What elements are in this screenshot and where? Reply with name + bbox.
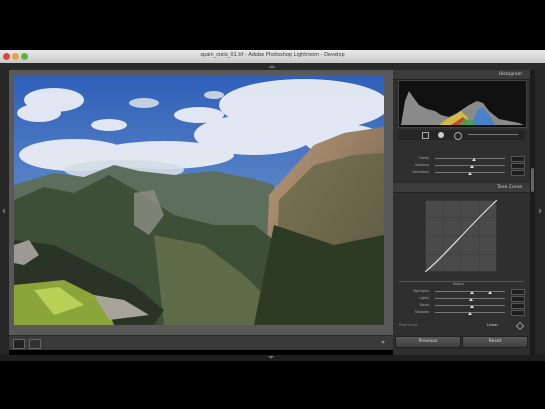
toolbar-menu-icon[interactable] xyxy=(381,341,385,344)
point-curve-label: Point Curve xyxy=(399,323,418,327)
slider-knob[interactable] xyxy=(469,298,473,301)
slider-label: Lights xyxy=(419,296,429,300)
tone-curve-graph[interactable] xyxy=(425,200,497,272)
slider-row-darks: Darks xyxy=(399,303,525,309)
histogram-header[interactable]: Histogram xyxy=(393,70,530,80)
saturation-slider[interactable] xyxy=(435,172,505,175)
vibrance-slider[interactable] xyxy=(435,165,505,168)
slider-label: Darks xyxy=(419,303,429,307)
slider-value-field[interactable] xyxy=(511,310,525,316)
slider-row-clarity: Clarity xyxy=(399,156,525,162)
brush-slider[interactable] xyxy=(468,134,518,135)
window-title: spain_cielo_01.tif - Adobe Photoshop Lig… xyxy=(200,52,345,58)
slider-value-field[interactable] xyxy=(511,156,525,162)
clarity-slider[interactable] xyxy=(435,158,505,161)
scrollbar-thumb[interactable] xyxy=(531,168,534,192)
slider-knob[interactable] xyxy=(470,165,474,168)
slider-label: Shadows xyxy=(414,310,429,314)
slider-knob[interactable] xyxy=(468,312,472,315)
slider-value-field[interactable] xyxy=(511,163,525,169)
slider-label: Highlights xyxy=(412,289,429,293)
tone-curve-header-wrap: Tone Curve xyxy=(393,183,530,193)
left-panel-toggle-bar[interactable] xyxy=(0,70,9,355)
tone-curve-header[interactable]: Tone Curve xyxy=(393,183,530,193)
slider-value-field[interactable] xyxy=(511,289,525,295)
slider-label: Saturation xyxy=(412,170,429,174)
loupe-view-button[interactable] xyxy=(13,339,25,349)
slider-knob[interactable] xyxy=(472,158,476,161)
slider-row-shadows: Shadows xyxy=(399,310,525,316)
top-panel-toggle-bar[interactable] xyxy=(0,63,545,70)
targeted-adjustment-icon[interactable] xyxy=(515,321,525,331)
slider-row-highlights: Highlights xyxy=(399,289,525,295)
slider-value-field[interactable] xyxy=(511,170,525,176)
slider-knob[interactable] xyxy=(488,291,492,294)
lights-slider[interactable] xyxy=(435,298,505,301)
photo-preview[interactable] xyxy=(14,75,384,325)
shadows-slider[interactable] xyxy=(435,312,505,315)
right-panel: Histogram Clarity Vibrance Saturation To… xyxy=(393,70,530,355)
slider-knob[interactable] xyxy=(470,305,474,308)
slider-label: Vibrance xyxy=(414,163,429,167)
histogram-graph xyxy=(401,91,524,125)
slider-knob[interactable] xyxy=(470,291,474,294)
previous-button[interactable]: Previous xyxy=(395,336,461,348)
region-label: Region xyxy=(453,282,464,286)
slider-knob[interactable] xyxy=(468,172,472,175)
expand-left-icon[interactable] xyxy=(2,208,5,214)
slider-row-lights: Lights xyxy=(399,296,525,302)
highlights-slider[interactable] xyxy=(435,291,505,294)
reset-button[interactable]: Reset xyxy=(462,336,528,348)
red-eye-icon[interactable] xyxy=(454,132,462,140)
slider-row-vibrance: Vibrance xyxy=(399,163,525,169)
image-toolbar xyxy=(9,335,393,350)
before-after-view-button[interactable] xyxy=(29,339,41,349)
slider-label: Clarity xyxy=(418,156,429,160)
point-curve-select[interactable]: Linear xyxy=(487,323,498,327)
crop-tool-icon[interactable] xyxy=(422,132,429,139)
filmstrip-toggle-bar[interactable] xyxy=(0,355,545,361)
tool-strip xyxy=(398,130,525,140)
right-panel-toggle-bar[interactable] xyxy=(535,70,545,355)
slider-row-saturation: Saturation xyxy=(399,170,525,176)
darks-slider[interactable] xyxy=(435,305,505,308)
collapse-top-icon[interactable] xyxy=(268,65,276,68)
histogram-display xyxy=(398,80,527,128)
slider-value-field[interactable] xyxy=(511,296,525,302)
slider-value-field[interactable] xyxy=(511,303,525,309)
expand-filmstrip-icon[interactable] xyxy=(268,356,274,359)
spot-removal-icon[interactable] xyxy=(438,132,444,138)
window-titlebar: spain_cielo_01.tif - Adobe Photoshop Lig… xyxy=(0,50,545,64)
collapse-right-icon[interactable] xyxy=(539,208,542,214)
